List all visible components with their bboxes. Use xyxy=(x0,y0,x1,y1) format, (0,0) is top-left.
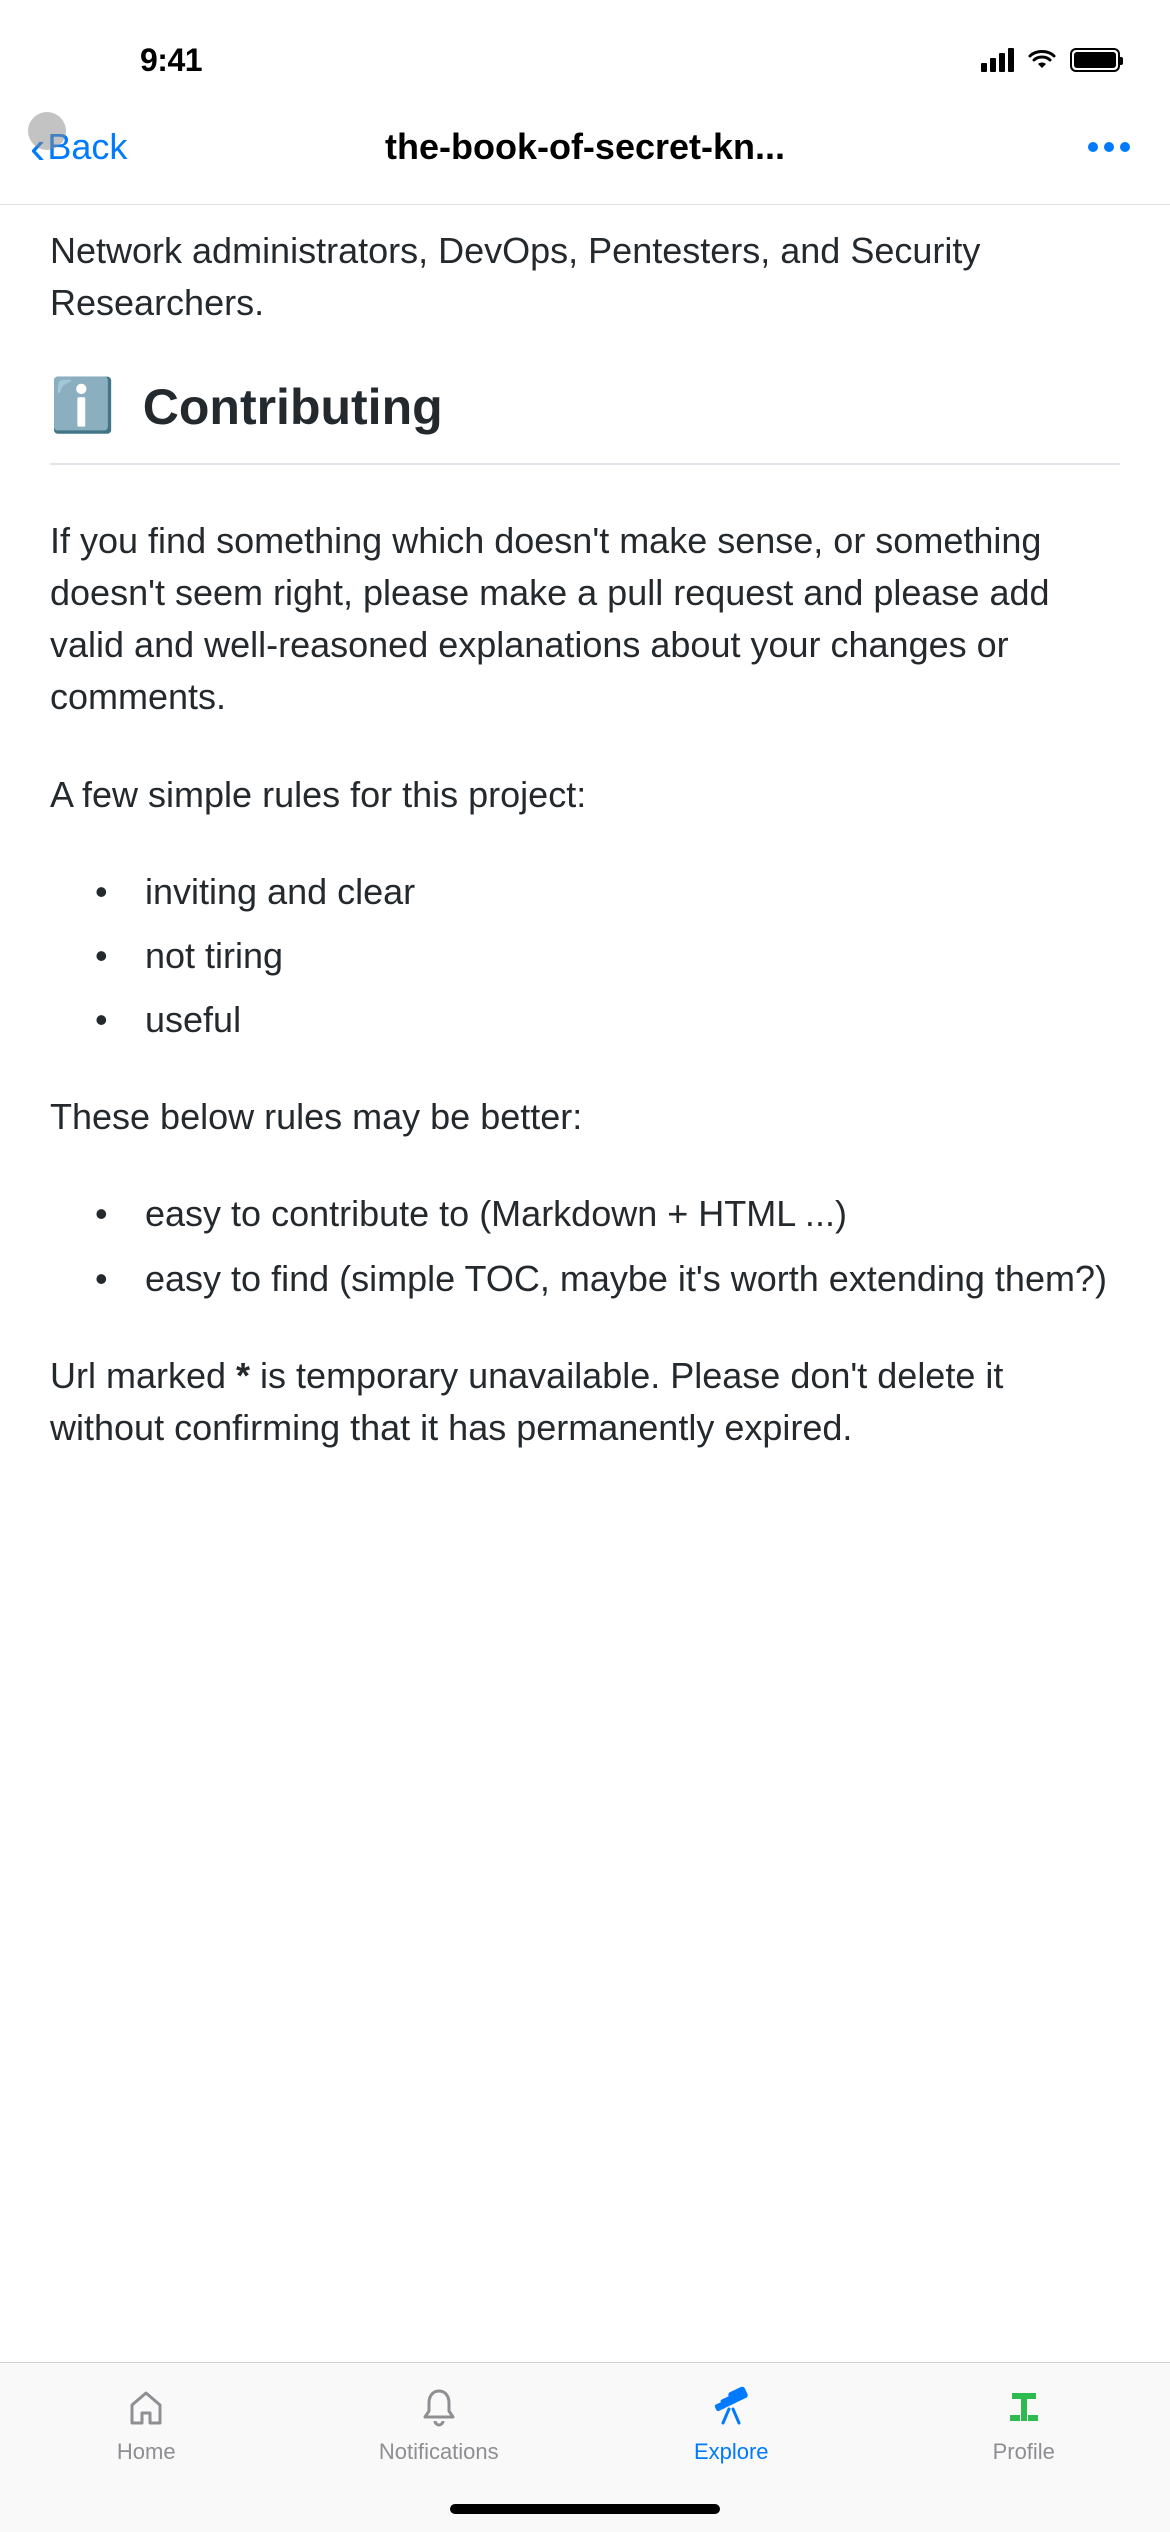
battery-icon xyxy=(1070,48,1120,72)
tab-label: Notifications xyxy=(379,2439,499,2465)
section-title: Contributing xyxy=(143,371,443,444)
home-icon xyxy=(124,2383,168,2431)
rule-list-2: easy to contribute to (Markdown + HTML .… xyxy=(50,1188,1120,1304)
asterisk: * xyxy=(236,1355,250,1396)
list-item: useful xyxy=(95,994,1120,1046)
intro-paragraph: Network administrators, DevOps, Penteste… xyxy=(50,225,1120,329)
readme-content[interactable]: Network administrators, DevOps, Penteste… xyxy=(0,205,1170,1616)
more-dot-icon xyxy=(1104,142,1114,152)
list-item: not tiring xyxy=(95,930,1120,982)
tab-label: Home xyxy=(117,2439,176,2465)
status-bar: 9:41 xyxy=(0,0,1170,100)
paragraph: If you find something which doesn't make… xyxy=(50,515,1120,724)
list-item: inviting and clear xyxy=(95,866,1120,918)
more-dot-icon xyxy=(1088,142,1098,152)
info-icon: ℹ️ xyxy=(50,369,115,444)
page-title: the-book-of-secret-kn... xyxy=(385,126,785,168)
paragraph: Url marked * is temporary unavailable. P… xyxy=(50,1350,1120,1454)
rule-list-1: inviting and clear not tiring useful xyxy=(50,866,1120,1047)
tab-label: Profile xyxy=(993,2439,1055,2465)
list-item: easy to contribute to (Markdown + HTML .… xyxy=(95,1188,1120,1240)
tab-profile[interactable]: Profile xyxy=(878,2383,1170,2532)
bell-icon xyxy=(417,2383,461,2431)
status-time: 9:41 xyxy=(50,42,202,79)
telescope-icon xyxy=(707,2383,755,2431)
home-indicator[interactable] xyxy=(450,2504,720,2514)
tab-label: Explore xyxy=(694,2439,769,2465)
back-button[interactable]: ‹ Back xyxy=(30,120,127,174)
status-icons xyxy=(981,48,1120,72)
list-item: easy to find (simple TOC, maybe it's wor… xyxy=(95,1253,1120,1305)
profile-icon xyxy=(1002,2383,1046,2431)
more-dot-icon xyxy=(1120,142,1130,152)
paragraph: A few simple rules for this project: xyxy=(50,769,1120,821)
nav-bar: ‹ Back the-book-of-secret-kn... xyxy=(0,100,1170,205)
section-header: ℹ️ Contributing xyxy=(50,369,1120,464)
cutoff-paragraph xyxy=(50,1499,1120,1551)
more-button[interactable] xyxy=(1088,142,1140,152)
wifi-icon xyxy=(1026,48,1058,72)
paragraph: These below rules may be better: xyxy=(50,1091,1120,1143)
tab-home[interactable]: Home xyxy=(0,2383,293,2532)
cellular-signal-icon xyxy=(981,48,1014,72)
